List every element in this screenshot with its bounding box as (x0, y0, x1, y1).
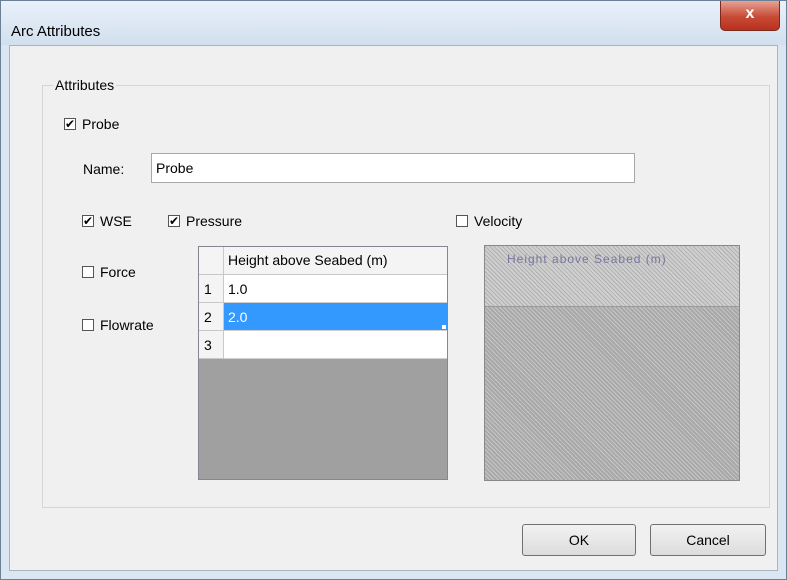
pressure-checkbox[interactable]: ✔ Pressure (168, 213, 242, 229)
close-icon: x (745, 5, 755, 22)
pressure-label: Pressure (186, 213, 243, 229)
flowrate-check-icon[interactable] (82, 319, 94, 331)
height-grid[interactable]: Height above Seabed (m) 1 1.0 2 2.0 3 (198, 246, 448, 480)
velocity-label: Velocity (474, 213, 523, 229)
force-label: Force (100, 264, 136, 280)
grid-column-header[interactable]: Height above Seabed (m) (224, 247, 447, 275)
probe-check-icon[interactable]: ✔ (64, 118, 76, 130)
grid-row-number[interactable]: 2 (199, 303, 224, 331)
grid-row-number[interactable]: 1 (199, 275, 224, 303)
grid-cell-value: 2.0 (228, 309, 248, 325)
grid-cell[interactable] (224, 331, 447, 359)
probe-checkbox[interactable]: ✔ Probe (64, 116, 119, 132)
flowrate-checkbox[interactable]: Flowrate (82, 317, 154, 333)
velocity-checkbox[interactable]: Velocity (456, 213, 522, 229)
velocity-grid-header: Height above Seabed (m) (485, 246, 739, 307)
grid-row-number[interactable]: 3 (199, 331, 224, 359)
velocity-grid-header-text: Height above Seabed (m) (507, 252, 667, 266)
grid-cell-selected[interactable]: 2.0 (224, 303, 447, 331)
wse-check-icon[interactable]: ✔ (82, 215, 94, 227)
name-label: Name: (83, 161, 125, 177)
probe-label: Probe (82, 116, 120, 132)
close-button[interactable]: x (720, 1, 780, 31)
ok-button[interactable]: OK (522, 524, 636, 556)
cancel-button[interactable]: Cancel (650, 524, 766, 556)
velocity-grid-disabled: Height above Seabed (m) (484, 245, 740, 481)
attributes-legend: Attributes (53, 77, 117, 93)
pressure-check-icon[interactable]: ✔ (168, 215, 180, 227)
dialog-client-area: Attributes ✔ Probe Name: ✔ WSE ✔ Pressur… (9, 45, 778, 571)
force-checkbox[interactable]: Force (82, 264, 136, 280)
force-check-icon[interactable] (82, 266, 94, 278)
dialog-title: Arc Attributes (11, 23, 101, 40)
velocity-check-icon[interactable] (456, 215, 468, 227)
wse-label: WSE (100, 213, 132, 229)
wse-checkbox[interactable]: ✔ WSE (82, 213, 132, 229)
flowrate-label: Flowrate (100, 317, 154, 333)
title-bar: Arc Attributes x (1, 1, 786, 45)
dialog-window: Arc Attributes x Attributes ✔ Probe Name… (0, 0, 787, 580)
name-input[interactable] (151, 153, 635, 183)
grid-corner-header[interactable] (199, 247, 224, 275)
fill-handle-icon[interactable] (442, 325, 446, 329)
grid-cell[interactable]: 1.0 (224, 275, 447, 303)
